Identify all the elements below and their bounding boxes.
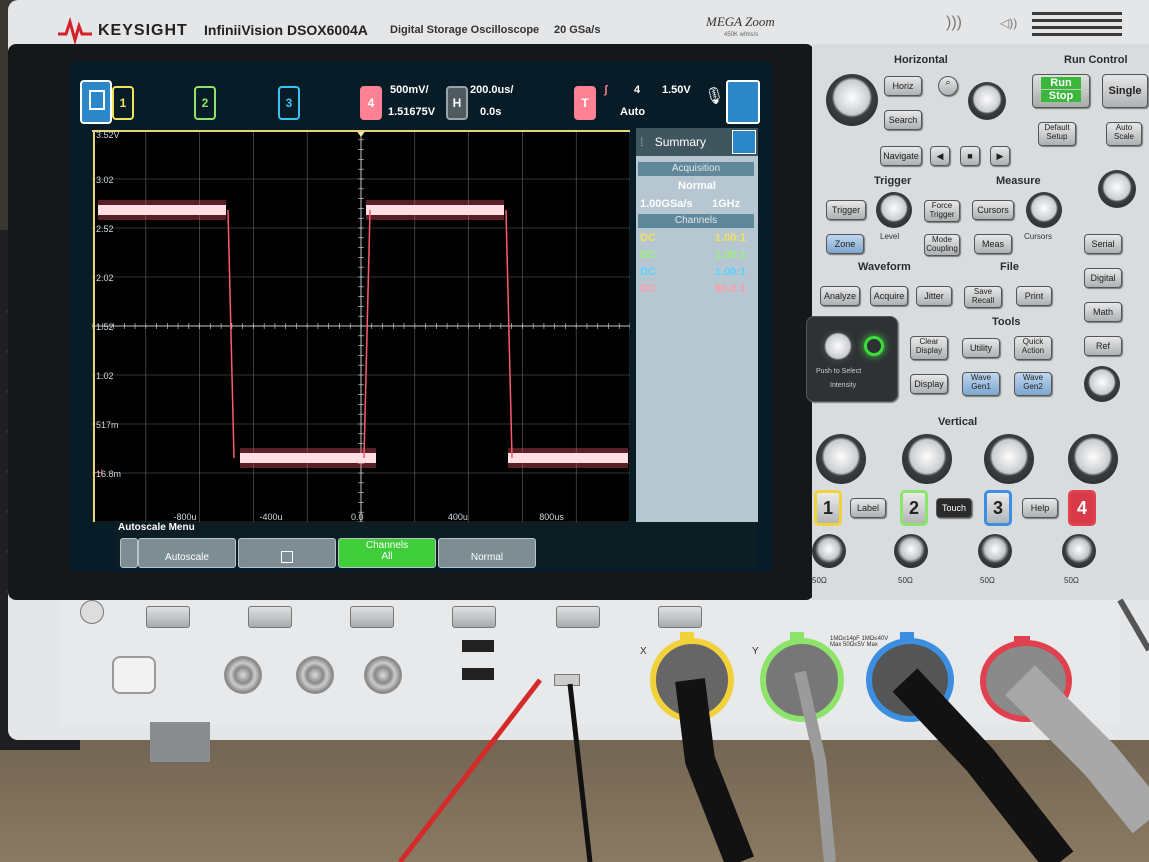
probe-cables <box>398 598 1149 862</box>
